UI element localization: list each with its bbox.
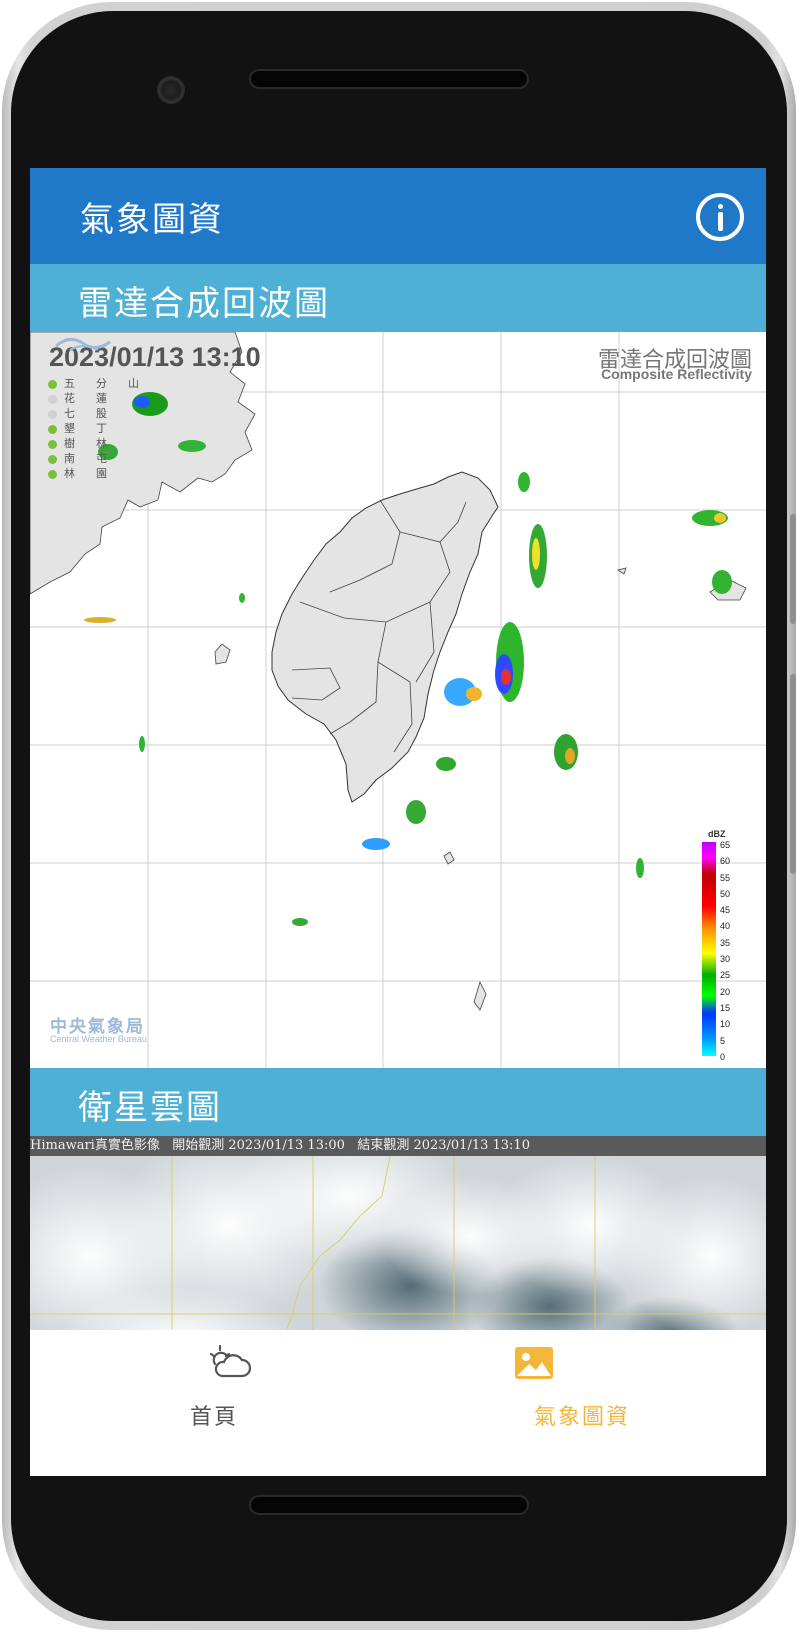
legend-tick: 65 [720,840,731,850]
status-dot-icon [48,469,57,479]
satellite-source: Himawari真實色影像 [30,1138,160,1153]
radar-station: 七股 [48,406,160,421]
dbz-tick-labels: 65 60 55 50 45 40 35 30 25 20 15 10 5 0 [720,840,760,1068]
status-dot-icon [48,379,57,389]
radar-station: 樹林 [48,436,160,451]
volume-button [790,674,796,874]
radar-station: 花蓮 [48,391,160,406]
legend-tick: 15 [720,1002,731,1013]
legend-tick: 50 [720,888,731,899]
info-icon[interactable] [696,193,744,241]
status-dot-icon [48,394,57,404]
satellite-start-time: 開始觀測 2023/01/13 13:00 [172,1138,345,1153]
nav-label-home: 首頁 [189,1405,238,1430]
bottom-navigation: 首頁 氣象圖資 [30,1330,766,1476]
legend-tick: 5 [720,1035,726,1046]
radar-station: 五分山 [48,376,160,391]
status-dot-icon [48,409,57,419]
legend-tick: 25 [720,970,731,981]
radar-station: 南屯 [48,451,160,466]
app-bar: 氣象圖資 [30,168,766,264]
bottom-speaker [249,1495,529,1515]
dbz-color-scale [702,842,716,1056]
app-bar-title: 氣象圖資 [80,200,224,240]
status-dot-icon [48,439,57,449]
legend-tick: 20 [720,986,731,997]
image-icon [515,1347,553,1379]
legend-tick: 30 [720,954,731,965]
legend-tick: 55 [720,872,731,883]
radar-section-header: 雷達合成回波圖 [30,264,766,332]
agency-name-en: Central Weather Bureau [50,1034,147,1044]
legend-unit: dBZ [708,829,726,839]
satellite-section-header: 衛星雲圖 [30,1068,766,1136]
nav-label-weather-maps: 氣象圖資 [533,1405,630,1430]
status-dot-icon [48,454,57,464]
nav-item-weather-maps[interactable]: 氣象圖資 [398,1330,766,1430]
satellite-end-time: 結束觀測 2023/01/13 13:10 [357,1138,530,1153]
front-camera [157,76,185,104]
top-speaker [249,69,529,89]
radar-station: 林園 [48,466,160,481]
legend-tick: 0 [720,1051,726,1062]
app-screen: 氣象圖資 雷達合成回波圖 2023/01/13 13:10 雷達合成回波圖 Co… [30,168,766,1476]
legend-tick: 10 [720,1019,731,1030]
legend-tick: 35 [720,937,731,948]
radar-section-title: 雷達合成回波圖 [78,284,330,324]
radar-station: 墾丁 [48,421,160,436]
legend-tick: 40 [720,921,731,932]
radar-title-en: Composite Reflectivity [601,366,752,382]
weather-cloud-sun-icon [209,1344,252,1378]
satellite-caption: Himawari真實色影像 開始觀測 2023/01/13 13:00 結束觀測… [30,1136,766,1156]
legend-tick: 45 [720,905,731,916]
radar-station-list: 五分山 花蓮 七股 墾丁 樹林 南屯 林園 [48,376,160,481]
radar-image[interactable]: 2023/01/13 13:10 雷達合成回波圖 Composite Refle… [30,332,766,1068]
satellite-cloud-graphic [30,1136,766,1362]
cwb-logo-icon [55,338,111,351]
power-button [790,514,796,624]
satellite-section-title: 衛星雲圖 [78,1088,222,1128]
status-dot-icon [48,424,57,434]
nav-item-home[interactable]: 首頁 [30,1330,398,1430]
legend-tick: 60 [720,856,731,867]
